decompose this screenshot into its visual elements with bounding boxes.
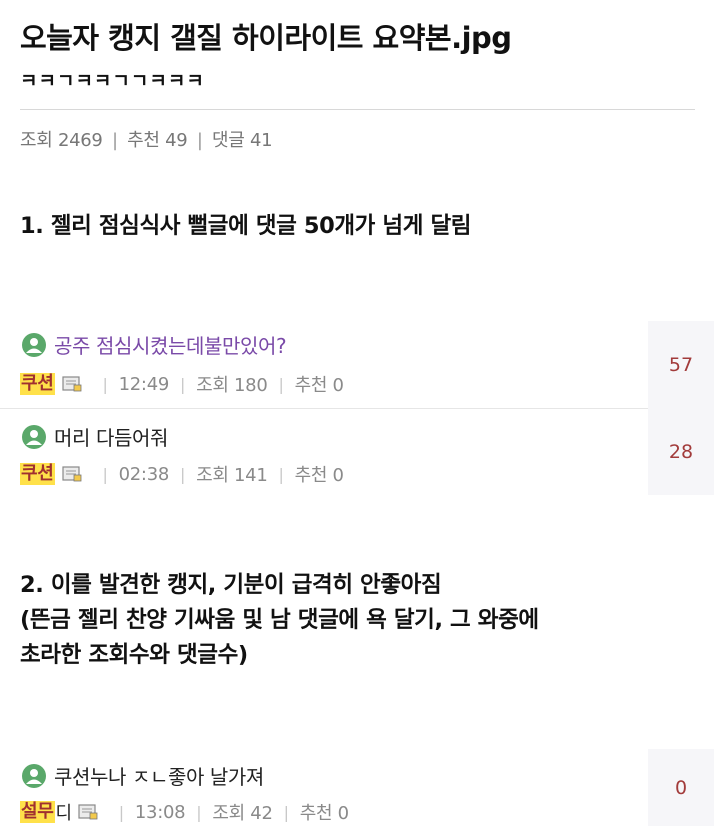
author-nickname[interactable]: 설무 bbox=[20, 801, 55, 823]
views-stat: 조회 2469 bbox=[20, 130, 103, 151]
meta-separator: | bbox=[180, 374, 186, 394]
header-divider bbox=[20, 109, 695, 110]
meta-separator: | bbox=[118, 802, 124, 822]
meta-separator: | bbox=[102, 464, 108, 484]
recommend-stat: 추천 49 bbox=[127, 130, 188, 151]
post-views: 조회 42 bbox=[212, 803, 273, 824]
comment-count[interactable]: 28 bbox=[648, 409, 714, 495]
meta-separator: | bbox=[196, 802, 202, 822]
post-views: 조회 141 bbox=[196, 465, 268, 486]
post-title-link[interactable]: 공주 점심시켰는데불만있어? bbox=[22, 330, 287, 359]
author-nickname-suffix: 디 bbox=[55, 803, 73, 824]
post-meta: 설무 디 | 13:08 | 조회 42 | 추천 0 bbox=[20, 799, 349, 825]
user-avatar-icon bbox=[22, 332, 46, 357]
stat-separator: | bbox=[111, 130, 118, 151]
meta-separator: | bbox=[102, 374, 108, 394]
post-views: 조회 180 bbox=[196, 375, 268, 396]
meta-separator: | bbox=[283, 802, 289, 822]
post-row[interactable]: 쿠션누나 ㅈㄴ좋아 날가져 설무 디 | 13:08 | 조회 42 | 추천 … bbox=[0, 749, 714, 826]
post-title-text[interactable]: 쿠션누나 ㅈㄴ좋아 날가져 bbox=[54, 761, 264, 790]
meta-separator: | bbox=[180, 464, 186, 484]
user-avatar-icon bbox=[22, 424, 46, 449]
section-text-1: 1. 젤리 점심식사 뻘글에 댓글 50개가 넘게 달림 bbox=[20, 213, 472, 239]
memo-icon bbox=[78, 804, 98, 820]
post-title-link[interactable]: 쿠션누나 ㅈㄴ좋아 날가져 bbox=[22, 761, 264, 790]
post-time: 13:08 bbox=[134, 801, 186, 823]
comment-count[interactable]: 57 bbox=[648, 321, 714, 409]
page-title-laugh: ㅋㅋㄱㅋㅋㄱㄱㅋㅋㅋ bbox=[20, 70, 205, 88]
post-row[interactable]: 머리 다듬어줘 쿠션 | 02:38 | 조회 141 | 추천 0 28 bbox=[0, 409, 714, 495]
meta-separator: | bbox=[278, 464, 284, 484]
meta-separator: | bbox=[278, 374, 284, 394]
post-title-text[interactable]: 공주 점심시켰는데불만있어? bbox=[54, 330, 287, 359]
post-meta: 쿠션 | 02:38 | 조회 141 | 추천 0 bbox=[20, 461, 344, 487]
section-text-2: 2. 이를 발견한 캥지, 기분이 급격히 안좋아짐 (뜬금 젤리 찬양 기싸움… bbox=[20, 572, 539, 668]
post-time: 02:38 bbox=[118, 463, 170, 485]
stat-separator: | bbox=[196, 130, 203, 151]
post-stats: 조회 2469 | 추천 49 | 댓글 41 bbox=[20, 126, 273, 152]
post-recommend: 추천 0 bbox=[299, 803, 349, 824]
author-nickname[interactable]: 쿠션 bbox=[20, 463, 55, 485]
comments-stat: 댓글 41 bbox=[212, 130, 273, 151]
post-title-link[interactable]: 머리 다듬어줘 bbox=[22, 422, 168, 451]
post-row[interactable]: 공주 점심시켰는데불만있어? 쿠션 | 12:49 | 조회 180 | 추천 … bbox=[0, 321, 714, 409]
post-meta: 쿠션 | 12:49 | 조회 180 | 추천 0 bbox=[20, 371, 344, 397]
post-title-text[interactable]: 머리 다듬어줘 bbox=[54, 422, 168, 451]
comment-count[interactable]: 0 bbox=[648, 749, 714, 826]
page-title: 오늘자 캥지 갤질 하이라이트 요약본.jpg bbox=[20, 21, 512, 55]
memo-icon bbox=[61, 376, 82, 392]
post-recommend: 추천 0 bbox=[294, 465, 344, 486]
post-time: 12:49 bbox=[118, 373, 170, 395]
post-recommend: 추천 0 bbox=[294, 375, 344, 396]
user-avatar-icon bbox=[22, 763, 46, 788]
memo-icon bbox=[61, 466, 82, 482]
author-nickname[interactable]: 쿠션 bbox=[20, 373, 55, 395]
